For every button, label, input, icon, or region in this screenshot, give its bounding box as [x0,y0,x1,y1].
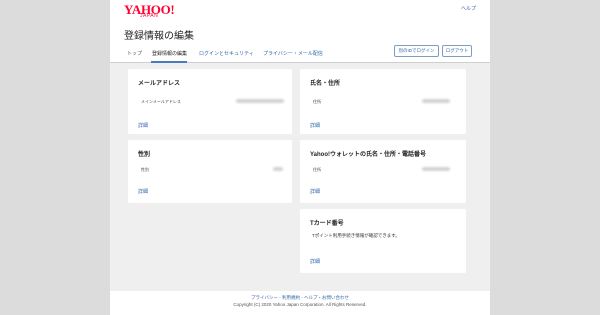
wallet-field-label: 住所 [313,167,321,172]
wallet-value-redacted [422,167,450,171]
tab-bar: トップ 登録情報の編集 ログインとセキュリティ プライバシー・メール配信 [110,48,490,63]
page-title: 登録情報の編集 [124,31,194,42]
tcard-note: Tポイント利用手続き情報が確認できます。 [312,233,400,238]
gender-value-redacted [273,167,283,171]
tcard-card-title: Tカード番号 [310,221,344,227]
wallet-card: Yahoo!ウォレットの氏名・住所・電話番号 住所 詳細 [300,140,466,203]
email-field-label: メインメールアドレス [141,99,181,104]
page-container: YAHOO! JAPAN ヘルプ 登録情報の編集 別のIDでログイン ログアウト… [110,0,490,315]
footer-copyright: Copyright (C) 2020 Yahoo Japan Corporati… [233,302,367,307]
tcard-detail-link[interactable]: 詳細 [310,258,320,265]
name-address-card: 氏名・住所 住所 詳細 [300,69,466,134]
tab-top[interactable]: トップ [127,50,142,57]
yahoo-logo-sub: JAPAN [140,13,159,19]
email-card-title: メールアドレス [138,81,181,87]
gender-detail-link[interactable]: 詳細 [138,188,148,195]
tab-login-security[interactable]: ログインとセキュリティ [199,50,254,57]
email-value-redacted [236,99,284,103]
name-address-card-title: 氏名・住所 [310,81,341,87]
address-value-redacted [422,99,450,103]
gender-card-title: 性別 [138,152,151,158]
gender-field-label: 性別 [141,167,149,172]
help-link[interactable]: ヘルプ [461,5,476,12]
footer-links[interactable]: プライバシー - 利用規約 - ヘルプ・お問い合わせ [110,295,490,301]
email-detail-link[interactable]: 詳細 [138,122,148,129]
tcard-card: Tカード番号 Tポイント利用手続き情報が確認できます。 詳細 [300,209,466,273]
name-address-field-label: 住所 [313,99,321,104]
wallet-detail-link[interactable]: 詳細 [310,188,320,195]
tab-edit-profile[interactable]: 登録情報の編集 [152,50,187,57]
tab-privacy-mail[interactable]: プライバシー・メール配信 [263,50,323,57]
email-card: メールアドレス メインメールアドレス 詳細 [128,69,292,134]
gender-card: 性別 性別 詳細 [128,140,292,203]
name-address-detail-link[interactable]: 詳細 [310,122,320,129]
main-content: メールアドレス メインメールアドレス 詳細 氏名・住所 住所 詳細 性別 性別 … [110,63,490,291]
wallet-card-title: Yahoo!ウォレットの氏名・住所・電話番号 [310,152,427,158]
